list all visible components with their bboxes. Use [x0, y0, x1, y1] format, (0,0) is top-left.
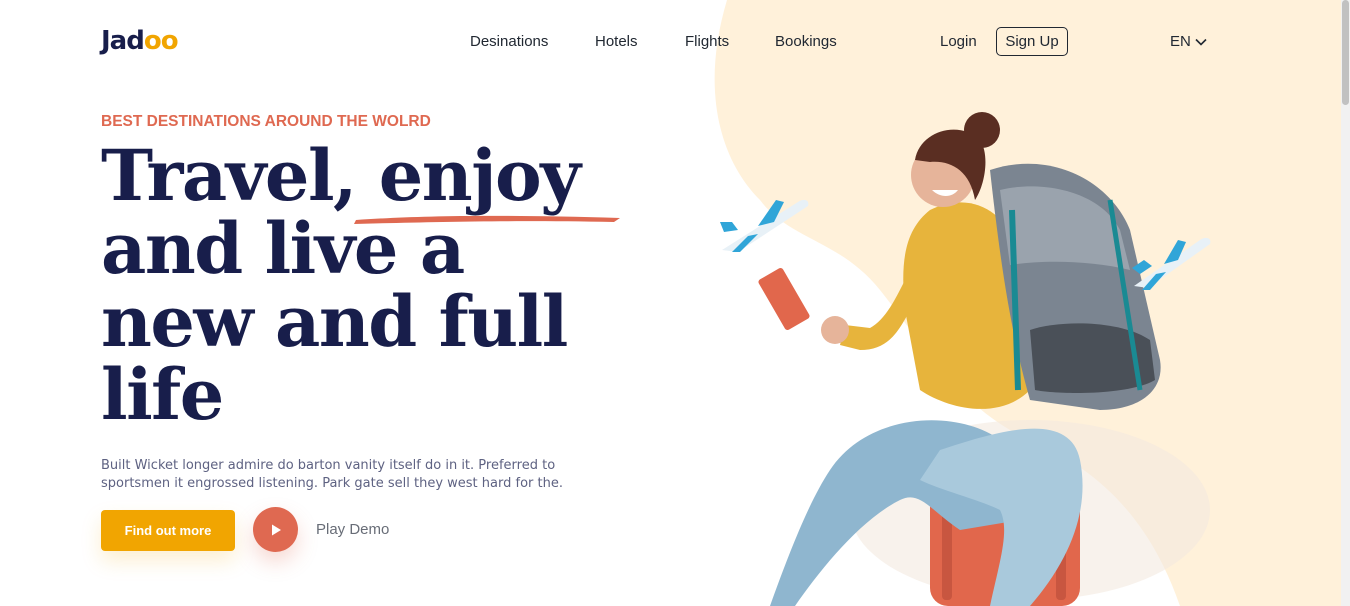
nav-item-destinations[interactable]: Desinations — [470, 33, 548, 50]
hero-eyebrow: BEST DESTINATIONS AROUND THE WOLRD — [101, 113, 431, 130]
nav-item-flights[interactable]: Flights — [685, 33, 729, 50]
play-demo-label[interactable]: Play Demo — [316, 521, 389, 538]
hero-title: Travel, enjoy and live a new and full li… — [101, 139, 661, 431]
page-scrollbar[interactable] — [1341, 0, 1350, 606]
traveler-illustration — [758, 112, 1210, 606]
brand-logo[interactable]: Jadoo — [101, 26, 179, 56]
play-icon — [271, 524, 281, 535]
find-out-more-button[interactable]: Find out more — [101, 510, 235, 551]
nav-item-bookings[interactable]: Bookings — [775, 33, 837, 50]
hero-title-line-3: new and full — [101, 280, 568, 363]
scrollbar-thumb[interactable] — [1342, 0, 1349, 105]
airplane-icon — [1132, 237, 1211, 290]
nav-item-hotels[interactable]: Hotels — [595, 33, 638, 50]
logo-text: Jad — [101, 26, 145, 56]
hero-description: Built Wicket longer admire do barton van… — [101, 458, 563, 491]
chevron-down-icon — [1195, 38, 1207, 46]
hero-title-line-4: life — [101, 353, 224, 436]
language-selector[interactable]: EN — [1170, 33, 1207, 50]
hero-title-line-2: and live a — [101, 207, 465, 290]
airplane-icon — [720, 199, 809, 252]
logo-accent: oo — [143, 26, 179, 56]
signup-button[interactable]: Sign Up — [996, 27, 1068, 56]
login-link[interactable]: Login — [940, 33, 977, 50]
language-label: EN — [1170, 33, 1191, 50]
hero-title-line-1: Travel, enjoy — [101, 134, 581, 217]
play-demo-button[interactable] — [253, 507, 298, 552]
